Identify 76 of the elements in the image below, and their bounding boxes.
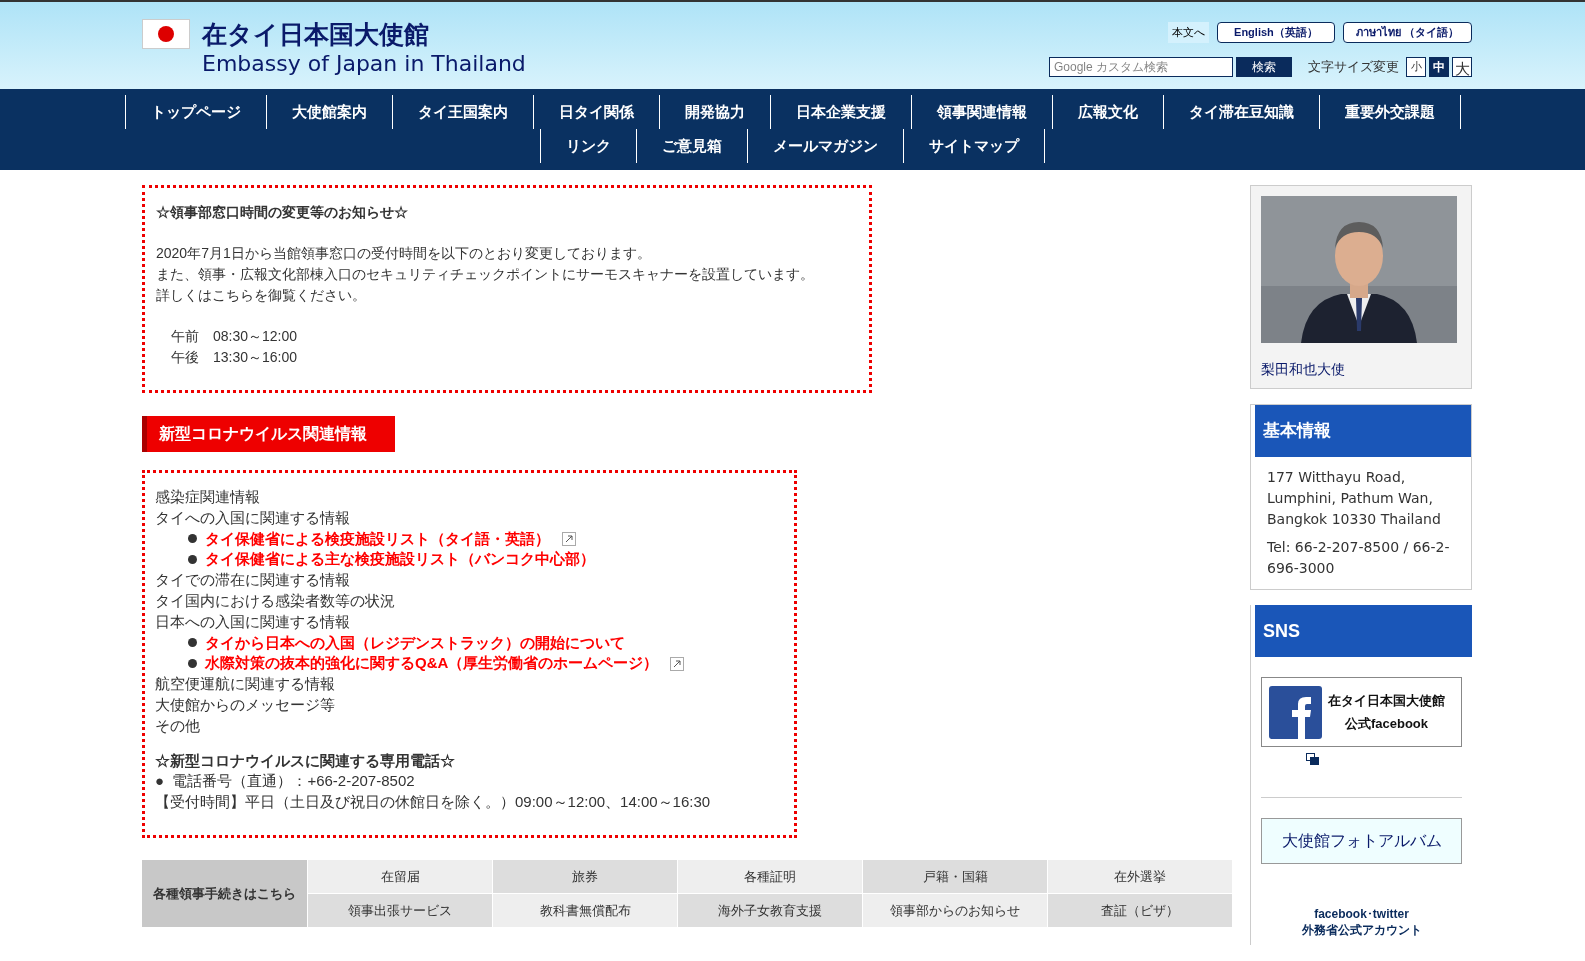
procedure-link[interactable]: 在留届 xyxy=(307,859,492,893)
reception-hours: 【受付時間】平日（土日及び祝日の休館日を除く。）09:00～12:00、14:00～16:30 xyxy=(155,792,712,813)
section-heading: 新型コロナウイルス関連情報 xyxy=(142,416,395,452)
photo-album-banner[interactable]: 大使館フォトアルバム xyxy=(1261,818,1462,864)
nav-link[interactable]: リンク xyxy=(540,129,637,163)
external-link-icon xyxy=(670,656,685,671)
info-link[interactable]: 日本への入国に関連する情報 xyxy=(155,612,350,630)
highlight-link[interactable]: タイ保健省による主な検疫施設リスト（バンコク中心部） xyxy=(205,549,595,571)
highlight-link[interactable]: タイから日本への入国（レジデンストラック）の開始について xyxy=(205,632,625,654)
nav-link[interactable]: 広報文化 xyxy=(1052,95,1164,129)
info-link[interactable]: その他 xyxy=(155,716,200,734)
ambassador-name[interactable]: 梨田和也大使 xyxy=(1261,359,1461,380)
telephone: Tel: 66-2-207-8500 / 66-2-696-3000 xyxy=(1267,538,1451,578)
nav-link[interactable]: ご意見箱 xyxy=(637,129,748,163)
nav-link[interactable]: メールマガジン xyxy=(748,129,904,163)
nav-link[interactable]: 開発協力 xyxy=(659,95,771,129)
facebook-icon xyxy=(1269,685,1322,739)
nav-link[interactable]: サイトマップ xyxy=(904,129,1045,163)
procedure-link[interactable]: 海外子女教育支援 xyxy=(677,893,862,927)
bullet-icon xyxy=(188,555,197,565)
procedure-link[interactable]: 旅券 xyxy=(492,859,677,893)
procedure-link[interactable]: 領事部からのお知らせ xyxy=(862,893,1047,927)
office-hours: 午後 13:30～16:00 xyxy=(171,348,299,367)
language-button[interactable]: ภาษาไทย （タイ語） xyxy=(1342,22,1472,43)
search-field[interactable]: Google カスタム検索 xyxy=(1049,56,1233,77)
notice-heading: ☆領事部窓口時間の変更等のお知らせ☆ xyxy=(156,203,409,222)
procedure-link[interactable]: 在外選挙 xyxy=(1047,859,1232,893)
mofa-accounts-subtitle[interactable]: 外務省公式アカウント xyxy=(1261,922,1462,938)
address: 177 Witthayu Road, Lumphini, Pathum Wan, Bangkok 10330 Thailand xyxy=(1267,468,1442,529)
font-size-button[interactable]: 中 xyxy=(1429,56,1449,77)
procedures-label: 各種領事手続きはこちら xyxy=(142,859,307,927)
info-link[interactable]: 航空便運航に関連する情報 xyxy=(155,675,335,693)
nav-link[interactable]: 大使館案内 xyxy=(266,95,393,129)
skip-link[interactable]: 本文へ xyxy=(1167,22,1209,43)
highlight-link[interactable]: 水際対策の抜本的強化に関するQ&A（厚生労働省のホームページ） xyxy=(205,653,659,675)
nav-link[interactable]: 日本企業支援 xyxy=(770,95,912,129)
procedure-link[interactable]: 各種証明 xyxy=(677,859,862,893)
site-title[interactable]: 在タイ日本国大使館 xyxy=(202,19,526,51)
nav-link[interactable]: 領事関連情報 xyxy=(911,95,1053,129)
search-button[interactable]: 検索 xyxy=(1236,56,1292,77)
mofa-accounts-title[interactable]: facebook･twitter xyxy=(1261,906,1462,922)
external-link-icon xyxy=(562,532,576,546)
highlight-link[interactable]: タイ保健省による検疫施設リスト（タイ語・英語） xyxy=(205,528,550,550)
site-subtitle: Embassy of Japan in Thailand xyxy=(202,50,526,78)
font-size-button[interactable]: 小 xyxy=(1406,56,1426,77)
notice-text: 2020年7月1日から当館領事窓口の受付時間を以下のとおり変更しております。 xyxy=(156,244,652,263)
nav-link[interactable]: 日タイ関係 xyxy=(533,95,660,129)
bullet-icon xyxy=(188,534,197,544)
notice-text: また、領事・広報文化部棟入口のセキュリティチェックポイントにサーモスキャナーを設置しています。 xyxy=(156,265,815,284)
info-link[interactable]: タイへの入国に関連する情報 xyxy=(155,508,350,526)
japan-flag-icon xyxy=(142,19,190,49)
info-link[interactable]: タイでの滞在に関連する情報 xyxy=(155,571,350,589)
bullet-icon xyxy=(188,659,197,669)
phone-heading: ☆新型コロナウイルスに関連する専用電話☆ xyxy=(155,750,456,771)
nav-link[interactable]: 重要外交課題 xyxy=(1319,95,1461,129)
info-link[interactable]: 感染症関連情報 xyxy=(155,488,260,505)
font-size-button[interactable]: 大 xyxy=(1452,56,1472,77)
font-size-label: 文字サイズ変更 xyxy=(1308,57,1399,76)
new-window-icon xyxy=(1306,753,1319,765)
nav-link[interactable]: タイ滞在豆知識 xyxy=(1163,95,1320,129)
procedure-link[interactable]: 領事出張サービス xyxy=(307,893,492,927)
facebook-subtitle: 公式facebook xyxy=(1343,715,1430,733)
language-button[interactable]: English（英語） xyxy=(1216,22,1335,43)
phone-number: ● 電話番号（直通）：+66-2-207-8502 xyxy=(155,771,416,792)
info-link[interactable]: タイ国内における感染者数等の状況 xyxy=(155,592,395,609)
facebook-banner[interactable]: 在タイ日本国大使館 公式facebook xyxy=(1261,677,1462,747)
procedure-link[interactable]: 戸籍・国籍 xyxy=(862,859,1047,893)
facebook-title: 在タイ日本国大使館 xyxy=(1328,692,1445,710)
procedure-link[interactable]: 査証（ビザ） xyxy=(1047,893,1232,927)
procedure-link[interactable]: 教科書無償配布 xyxy=(492,893,677,927)
bullet-icon xyxy=(188,638,197,648)
info-link[interactable]: 大使館からのメッセージ等 xyxy=(155,695,335,713)
notice-text: 詳しくはこちらを御覧ください。 xyxy=(156,286,367,305)
nav-link[interactable]: トップページ xyxy=(124,95,267,129)
nav-link[interactable]: タイ王国案内 xyxy=(392,95,534,129)
office-hours: 午前 08:30～12:00 xyxy=(171,327,299,346)
